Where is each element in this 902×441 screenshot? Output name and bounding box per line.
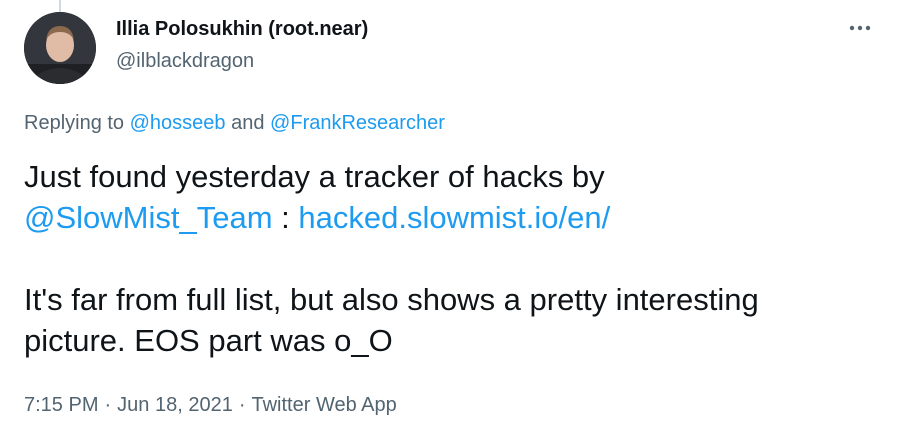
meta-separator: · xyxy=(104,394,112,416)
more-horizontal-icon xyxy=(849,25,871,31)
tweet-text: Just found yesterday a tracker of hacks … xyxy=(24,156,884,361)
reply-context: Replying to @hosseeb and @FrankResearche… xyxy=(24,110,445,136)
avatar[interactable] xyxy=(24,12,96,84)
more-options-button[interactable] xyxy=(842,16,878,40)
tweet-card: Illia Polosukhin (root.near) @ilblackdra… xyxy=(0,0,902,441)
tweet-line-3: It's far from full list, but also shows … xyxy=(24,282,759,317)
tweet-source[interactable]: Twitter Web App xyxy=(251,394,396,416)
tweet-url-link[interactable]: hacked.slowmist.io/en/ xyxy=(298,200,610,235)
tweet-time[interactable]: 7:15 PM xyxy=(24,394,98,416)
thread-connector-line xyxy=(59,0,61,12)
tweet-line-1: Just found yesterday a tracker of hacks … xyxy=(24,159,605,194)
tweet-line-2: @SlowMist_Team : hacked.slowmist.io/en/ xyxy=(24,197,884,238)
author-display-name[interactable]: Illia Polosukhin (root.near) xyxy=(116,17,368,41)
reply-mention-hosseeb[interactable]: @hosseeb xyxy=(130,112,226,134)
author-info: Illia Polosukhin (root.near) @ilblackdra… xyxy=(116,17,368,73)
reply-conjunction: and xyxy=(231,112,265,134)
tweet-date[interactable]: Jun 18, 2021 xyxy=(117,394,233,416)
mention-slowmist-team[interactable]: @SlowMist_Team xyxy=(24,200,273,235)
author-handle[interactable]: @ilblackdragon xyxy=(116,49,368,73)
tweet-line-4: picture. EOS part was o_O xyxy=(24,323,393,358)
mention-separator: : xyxy=(272,200,299,235)
meta-separator: · xyxy=(238,394,246,416)
tweet-meta: 7:15 PM · Jun 18, 2021 · Twitter Web App xyxy=(24,392,397,418)
reply-prefix: Replying to xyxy=(24,112,125,134)
reply-mention-frankresearcher[interactable]: @FrankResearcher xyxy=(270,112,445,134)
user-avatar-icon xyxy=(24,12,96,84)
